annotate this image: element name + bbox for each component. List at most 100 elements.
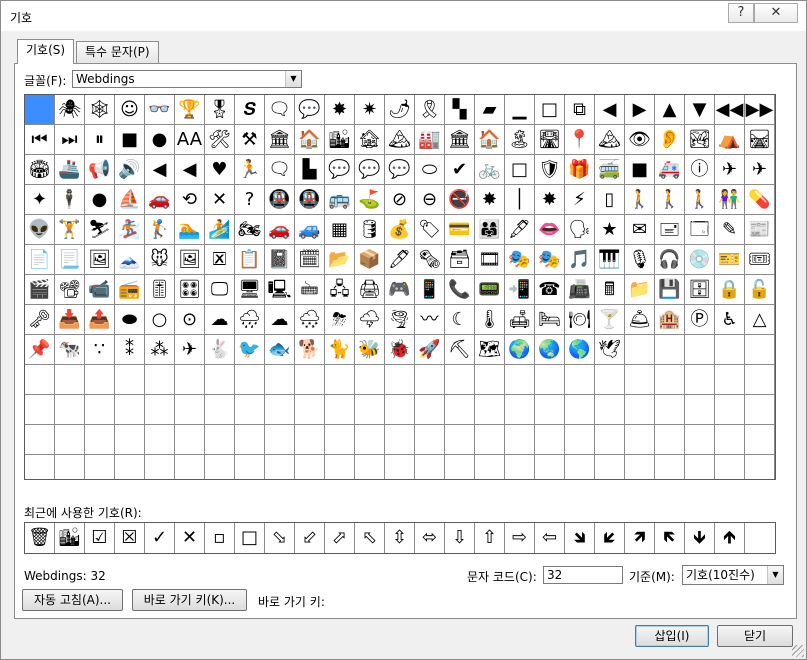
symbol-cell[interactable]: 🗃: [445, 245, 475, 275]
symbol-cell[interactable]: [475, 455, 505, 479]
symbol-cell[interactable]: [85, 365, 115, 395]
symbol-cell[interactable]: ✕: [205, 185, 235, 215]
symbol-cell[interactable]: [745, 425, 775, 455]
symbol-cell[interactable]: 🛎: [625, 305, 655, 335]
symbol-cell[interactable]: 🎬: [25, 275, 55, 305]
chevron-down-icon[interactable]: ▼: [767, 566, 783, 584]
symbol-cell[interactable]: [655, 455, 685, 479]
recent-symbol-cell[interactable]: ⇳: [385, 523, 415, 553]
symbol-cell[interactable]: 🏭: [415, 125, 445, 155]
symbol-cell[interactable]: [475, 365, 505, 395]
char-code-input[interactable]: 32: [543, 566, 623, 584]
symbol-cell[interactable]: 💳: [445, 215, 475, 245]
symbol-cell[interactable]: [655, 335, 685, 365]
symbol-cell[interactable]: 🏚: [355, 125, 385, 155]
recent-symbol-cell[interactable]: ☒: [115, 523, 145, 553]
symbol-cell[interactable]: 🏠: [295, 125, 325, 155]
symbol-cell[interactable]: [175, 395, 205, 425]
symbol-cell[interactable]: 🎚: [145, 275, 175, 305]
symbol-cell[interactable]: ⏸: [85, 125, 115, 155]
autocorrect-button[interactable]: 자동 고침(A)...: [22, 589, 123, 611]
symbol-cell[interactable]: ⏭: [55, 125, 85, 155]
symbol-cell[interactable]: 🚙: [295, 215, 325, 245]
symbol-cell[interactable]: 🛤: [745, 125, 775, 155]
symbol-cell[interactable]: [655, 425, 685, 455]
symbol-cell[interactable]: 🌍: [505, 335, 535, 365]
symbol-cell[interactable]: 💾: [655, 275, 685, 305]
symbol-cell[interactable]: 🎙: [625, 245, 655, 275]
symbol-cell[interactable]: 🛏: [535, 305, 565, 335]
symbol-cell[interactable]: [55, 365, 85, 395]
symbol-cell[interactable]: [715, 395, 745, 425]
symbol-cell[interactable]: [565, 395, 595, 425]
symbol-cell[interactable]: ⬭: [415, 155, 445, 185]
symbol-cell[interactable]: 🏔: [385, 125, 415, 155]
symbol-cell[interactable]: 🏟: [25, 155, 55, 185]
symbol-cell[interactable]: 🏙: [325, 125, 355, 155]
symbol-cell[interactable]: ▲: [655, 95, 685, 125]
symbol-cell[interactable]: [715, 455, 745, 479]
symbol-cell[interactable]: ★: [595, 215, 625, 245]
symbol-cell[interactable]: [595, 455, 625, 479]
symbol-cell[interactable]: [265, 365, 295, 395]
symbol-cell[interactable]: 𝑺: [235, 95, 265, 125]
tab-special-characters[interactable]: 특수 문자(P): [76, 41, 159, 63]
symbol-cell[interactable]: 🍽: [565, 305, 595, 335]
symbol-cell[interactable]: ▙: [295, 155, 325, 185]
symbol-cell[interactable]: ◀: [145, 155, 175, 185]
symbol-cell[interactable]: [745, 455, 775, 479]
tab-symbols[interactable]: 기호(S): [17, 39, 75, 64]
symbol-cell[interactable]: 🛡: [535, 155, 565, 185]
symbol-cell[interactable]: 🎞: [475, 245, 505, 275]
symbol-cell[interactable]: 🎛: [175, 275, 205, 305]
symbol-cell[interactable]: 🗨: [265, 95, 295, 125]
symbol-cell[interactable]: 🔊: [115, 155, 145, 185]
recent-symbol-cell[interactable]: 🡿: [595, 523, 625, 553]
shortcut-key-button[interactable]: 바로 가기 키(K)...: [132, 589, 247, 611]
symbol-cell[interactable]: 👁: [625, 125, 655, 155]
resize-grip[interactable]: [792, 645, 804, 657]
base-dropdown[interactable]: 기호(10진수) ▼: [682, 565, 784, 585]
symbol-cell[interactable]: 📱: [415, 275, 445, 305]
symbol-cell[interactable]: 🎗: [415, 95, 445, 125]
symbol-cell[interactable]: [535, 395, 565, 425]
symbol-cell[interactable]: [685, 425, 715, 455]
recent-symbol-cell[interactable]: ⇩: [445, 523, 475, 553]
symbol-cell[interactable]: ⬬: [115, 305, 145, 335]
symbol-cell[interactable]: ⛵: [115, 185, 145, 215]
symbol-cell[interactable]: [145, 395, 175, 425]
symbol-cell[interactable]: ✎: [715, 215, 745, 245]
symbol-cell[interactable]: [685, 365, 715, 395]
recent-symbol-cell[interactable]: ⬂: [265, 523, 295, 553]
symbol-cell[interactable]: 📃: [55, 245, 85, 275]
symbol-cell[interactable]: ⛳: [355, 185, 385, 215]
symbol-cell[interactable]: ⁂: [145, 335, 175, 365]
recent-symbol-cell[interactable]: 🏙: [55, 523, 85, 553]
symbol-cell[interactable]: [565, 365, 595, 395]
symbol-cell[interactable]: [745, 335, 775, 365]
symbol-cell[interactable]: 🖋: [505, 215, 535, 245]
symbol-cell[interactable]: [205, 395, 235, 425]
symbol-cell[interactable]: 📠: [565, 275, 595, 305]
symbol-cell[interactable]: [445, 395, 475, 425]
symbol-cell[interactable]: [625, 455, 655, 479]
symbol-cell[interactable]: 📹: [85, 275, 115, 305]
symbol-cell[interactable]: 🏃: [235, 155, 265, 185]
symbol-cell[interactable]: ▚: [445, 95, 475, 125]
symbol-cell[interactable]: 🏆: [175, 95, 205, 125]
symbol-cell[interactable]: 🎭: [535, 245, 565, 275]
symbol-cell[interactable]: [745, 365, 775, 395]
symbol-cell[interactable]: 📻: [115, 275, 145, 305]
symbol-cell[interactable]: [715, 335, 745, 365]
symbol-cell[interactable]: ⛺: [715, 125, 745, 155]
symbol-cell[interactable]: ▼: [685, 95, 715, 125]
symbol-cell[interactable]: [295, 425, 325, 455]
symbol-cell[interactable]: [535, 425, 565, 455]
symbol-cell[interactable]: 🚗: [145, 185, 175, 215]
symbol-cell[interactable]: 🐞: [385, 335, 415, 365]
symbol-cell[interactable]: 🏄: [205, 215, 235, 245]
help-button[interactable]: ?: [728, 3, 754, 23]
symbol-cell[interactable]: 🗻: [115, 245, 145, 275]
symbol-cell[interactable]: [385, 395, 415, 425]
symbol-cell[interactable]: [175, 365, 205, 395]
